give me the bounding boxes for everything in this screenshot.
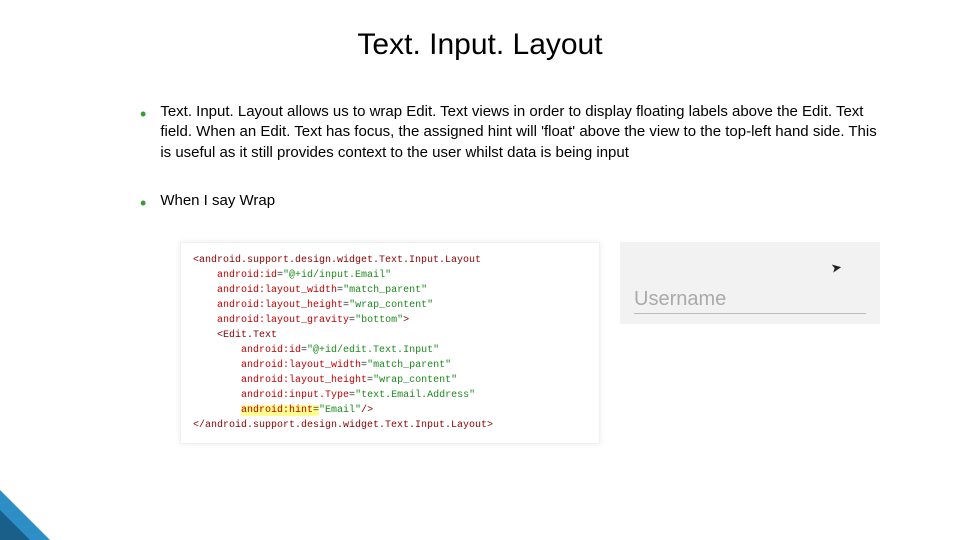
code-token: /> [361,405,373,416]
code-token: "wrap_content" [349,300,433,311]
code-token: "@+id/input.Email" [283,270,391,281]
code-token: android:id [217,270,277,281]
slide-title: Text. Input. Layout [40,28,920,62]
code-token: <android.support.design.widget.Text.Inpu… [193,255,481,266]
code-token: android:id [241,345,301,356]
code-token: "match_parent" [367,360,451,371]
code-token: android:layout_gravity [217,315,349,326]
code-token: android:input.Type [241,390,349,401]
bullet-dot-icon: • [140,193,146,215]
code-token: "match_parent" [343,285,427,296]
code-token: android:layout_height [241,375,367,386]
code-token: <Edit.Text [217,330,277,341]
code-token: "Email" [319,405,361,416]
bullet-dot-icon: • [140,104,146,126]
code-snippet: <android.support.design.widget.Text.Inpu… [180,242,600,444]
ui-preview: ➤ Username [620,242,880,324]
cursor-icon: ➤ [830,260,844,278]
code-token: "@+id/edit.Text.Input" [307,345,439,356]
code-token: > [403,315,409,326]
code-token: "bottom" [355,315,403,326]
content-row: <android.support.design.widget.Text.Inpu… [180,242,920,444]
corner-accent-icon [0,510,30,540]
bullet-item-2: • When I say Wrap [140,191,890,215]
code-token: "text.Email.Address" [355,390,475,401]
code-token: android:layout_width [241,360,361,371]
bullet-text: Text. Input. Layout allows us to wrap Ed… [160,102,890,163]
code-token: android:layout_height [217,300,343,311]
slide: Text. Input. Layout • Text. Input. Layou… [0,0,960,540]
code-token: android:layout_width [217,285,337,296]
bullet-item-1: • Text. Input. Layout allows us to wrap … [140,102,890,163]
code-token: "wrap_content" [373,375,457,386]
username-field[interactable]: Username [634,288,866,314]
bullet-text: When I say Wrap [160,191,275,211]
code-token: android:hint [241,405,313,416]
code-token: </android.support.design.widget.Text.Inp… [193,420,493,431]
